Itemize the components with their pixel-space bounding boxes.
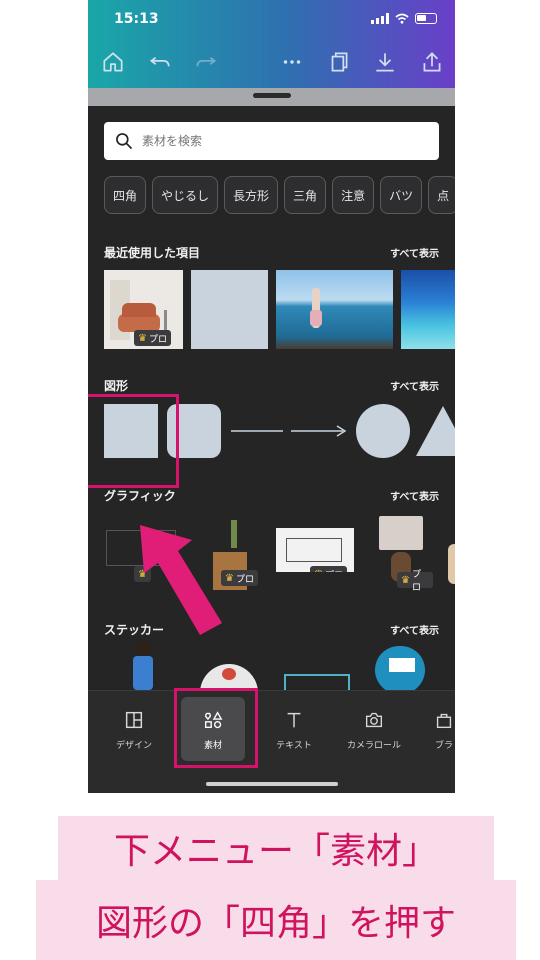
recent-title: 最近使用した項目: [104, 246, 201, 260]
chip-row: 四角 やじるし 長方形 三角 注意 バツ 点: [104, 176, 455, 214]
text-icon: [287, 712, 301, 728]
battery-icon: [415, 13, 437, 24]
nav-design[interactable]: デザイン: [94, 691, 174, 763]
sticker-item-letter-s[interactable]: [375, 646, 425, 694]
search-bar[interactable]: [104, 122, 439, 160]
recent-item-chair[interactable]: ♛ プロ: [104, 270, 183, 349]
undo-icon[interactable]: [147, 49, 173, 75]
brand-icon: [436, 713, 452, 729]
pointer-arrow-icon: [140, 525, 222, 635]
crown-icon: ♛: [138, 332, 147, 344]
crown-icon: ♛: [401, 574, 410, 586]
recent-item-beach-photo[interactable]: [276, 270, 393, 349]
graphic-item-room-sketch[interactable]: ♛プロ: [276, 528, 354, 572]
signal-icon: [371, 13, 389, 24]
chip-square[interactable]: 四角: [104, 176, 147, 214]
editor-top-bar: 15:13: [88, 0, 455, 88]
recent-item-square[interactable]: [191, 270, 268, 349]
status-time: 15:13: [114, 11, 159, 27]
more-icon[interactable]: [279, 49, 305, 75]
elements-panel: 四角 やじるし 長方形 三角 注意 バツ 点 最近使用した項目 すべて表示 ♛プ…: [88, 88, 455, 793]
home-indicator: [206, 782, 338, 786]
shape-lines: [231, 425, 347, 437]
nav-brand-label: ブラ: [434, 741, 453, 751]
drag-handle[interactable]: [253, 93, 291, 98]
tutorial-page: 15:13 素材を検索 四角 やじるし 長方形 三角 注意 バツ 点 最近使用し…: [0, 0, 540, 960]
chip-triangle[interactable]: 三角: [284, 176, 327, 214]
chip-cross[interactable]: バツ: [380, 176, 423, 214]
shape-triangle[interactable]: [416, 404, 455, 458]
highlight-square-shape: [88, 394, 179, 488]
pro-badge: ♛プロ: [397, 570, 433, 593]
pro-badge: ♛プロ: [134, 330, 171, 346]
graphic-item-partial[interactable]: [448, 544, 455, 584]
redo-icon[interactable]: [193, 49, 219, 75]
bottom-nav: デザイン 素材 テキスト カメラロール ブラ: [88, 690, 455, 793]
home-icon[interactable]: [100, 49, 126, 75]
canvas-peek: [88, 88, 455, 106]
recent-item-ocean-photo[interactable]: [401, 270, 455, 349]
shapes-see-all[interactable]: すべて表示: [390, 378, 439, 393]
nav-text-label: テキスト: [276, 741, 312, 751]
graphics-see-all[interactable]: すべて表示: [390, 488, 439, 503]
search-input[interactable]: [142, 134, 422, 148]
camera-icon: [365, 712, 383, 728]
sticker-item-person[interactable]: [130, 642, 156, 690]
nav-camera-roll[interactable]: カメラロール: [334, 691, 414, 763]
crown-icon: ♛: [314, 569, 323, 573]
layout-icon: [125, 711, 143, 729]
pages-icon[interactable]: [326, 49, 352, 75]
chip-arrow[interactable]: やじるし: [152, 176, 219, 214]
download-icon[interactable]: [372, 49, 398, 75]
search-icon: [116, 133, 133, 150]
highlight-elements-nav: [174, 688, 258, 768]
chip-dot[interactable]: 点: [428, 176, 455, 214]
stickers-see-all[interactable]: すべて表示: [390, 622, 439, 637]
share-icon[interactable]: [419, 49, 445, 75]
graphics-title: グラフィック: [104, 489, 176, 503]
nav-camera-roll-label: カメラロール: [346, 741, 401, 751]
pro-badge: ♛プロ: [310, 566, 347, 572]
chip-rectangle[interactable]: 長方形: [224, 176, 279, 214]
caption-line-1: 下メニュー「素材」: [58, 816, 494, 880]
nav-text[interactable]: テキスト: [254, 691, 334, 763]
shapes-title: 図形: [104, 379, 129, 393]
shape-circle[interactable]: [356, 404, 410, 458]
wifi-icon: [395, 13, 409, 24]
recent-see-all[interactable]: すべて表示: [390, 245, 439, 260]
caption-line-2: 図形の「四角」を押す: [36, 880, 516, 960]
status-icons: [371, 13, 437, 24]
nav-brand[interactable]: ブラ: [414, 691, 455, 763]
graphic-item-lamp[interactable]: ♛ プロ: [373, 516, 433, 596]
phone-screen: 15:13 素材を検索 四角 やじるし 長方形 三角 注意 バツ 点 最近使用し…: [88, 0, 455, 793]
nav-design-label: デザイン: [115, 741, 152, 751]
chip-caution[interactable]: 注意: [332, 176, 375, 214]
